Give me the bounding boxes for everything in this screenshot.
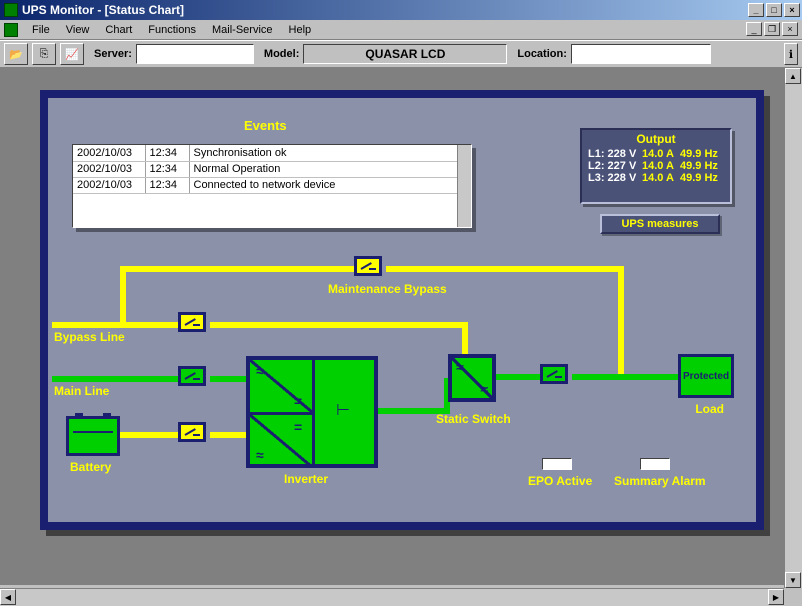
event-time: 12:34	[145, 161, 189, 177]
bypass-switch[interactable]	[178, 312, 206, 332]
battery-block[interactable]	[66, 416, 120, 456]
menu-chart[interactable]: Chart	[97, 22, 140, 38]
mdi-minimize-button[interactable]: _	[746, 22, 762, 36]
load-switch[interactable]	[540, 364, 568, 384]
summary-alarm-label: Summary Alarm	[614, 474, 706, 488]
output-row-l3: L3: 228 V 14.0 A 49.9 Hz	[588, 172, 724, 184]
toolbar-info-button[interactable]: ℹ	[784, 43, 798, 65]
event-date: 2002/10/03	[73, 177, 145, 193]
output-title: Output	[588, 132, 724, 146]
server-label: Server:	[94, 48, 132, 60]
summary-alarm-indicator	[640, 458, 670, 470]
maint-bypass-line	[120, 266, 354, 272]
event-date: 2002/10/03	[73, 161, 145, 177]
epo-label: EPO Active	[528, 474, 592, 488]
scrollbar-corner	[784, 588, 802, 606]
table-row[interactable]: 2002/10/03 12:34 Normal Operation	[73, 161, 471, 177]
scroll-down-button[interactable]: ▼	[785, 572, 801, 588]
mdi-restore-button[interactable]: ❐	[764, 22, 780, 36]
menu-view[interactable]: View	[58, 22, 98, 38]
toolbar: 📂 ⎘ 📈 Server: Model: QUASAR LCD Location…	[0, 40, 802, 68]
inverter-block[interactable]: ≈ = ≈ = ⊢	[246, 356, 378, 468]
client-area: Events 2002/10/03 12:34 Synchronisation …	[0, 68, 802, 585]
toolbar-chart-button[interactable]: 📈	[60, 43, 84, 65]
menu-mail-service[interactable]: Mail-Service	[204, 22, 281, 38]
app-icon	[4, 3, 18, 17]
vertical-scrollbar[interactable]: ▲ ▼	[784, 68, 802, 588]
battery-line	[120, 432, 178, 438]
static-switch-label: Static Switch	[436, 412, 511, 426]
event-msg: Synchronisation ok	[189, 145, 471, 161]
events-scrollbar[interactable]	[457, 145, 471, 227]
event-msg: Connected to network device	[189, 177, 471, 193]
maint-bypass-line	[618, 266, 624, 376]
bypass-line	[210, 322, 468, 328]
event-msg: Normal Operation	[189, 161, 471, 177]
horizontal-scrollbar[interactable]: ◀ ▶	[0, 588, 784, 606]
maximize-button[interactable]: □	[766, 3, 782, 17]
load-label: Load	[695, 402, 724, 416]
scroll-left-button[interactable]: ◀	[0, 589, 16, 605]
output-row-l1: L1: 228 V 14.0 A 49.9 Hz	[588, 148, 724, 160]
bypass-line-label: Bypass Line	[54, 330, 125, 344]
main-line	[52, 376, 178, 382]
table-row[interactable]: 2002/10/03 12:34 Synchronisation ok	[73, 145, 471, 161]
static-switch-block[interactable]: ≈ ≈	[448, 354, 496, 402]
menu-file[interactable]: File	[24, 22, 58, 38]
event-time: 12:34	[145, 145, 189, 161]
bypass-line	[52, 322, 178, 328]
window-title: UPS Monitor - [Status Chart]	[22, 3, 748, 17]
battery-line	[210, 432, 250, 438]
location-input[interactable]	[571, 44, 711, 64]
toolbar-connect-button[interactable]: ⎘	[32, 43, 56, 65]
epo-indicator	[542, 458, 572, 470]
menu-help[interactable]: Help	[281, 22, 320, 38]
menu-functions[interactable]: Functions	[140, 22, 204, 38]
toolbar-open-button[interactable]: 📂	[4, 43, 28, 65]
table-row[interactable]: 2002/10/03 12:34 Connected to network de…	[73, 177, 471, 193]
maint-bypass-line	[120, 266, 126, 324]
close-button[interactable]: ×	[784, 3, 800, 17]
mdi-icon	[4, 23, 18, 37]
main-line-label: Main Line	[54, 384, 109, 398]
output-row-l2: L2: 227 V 14.0 A 49.9 Hz	[588, 160, 724, 172]
load-line	[496, 374, 540, 380]
menu-bar: File View Chart Functions Mail-Service H…	[0, 20, 802, 40]
battery-switch[interactable]	[178, 422, 206, 442]
main-line	[210, 376, 250, 382]
inverter-label: Inverter	[284, 472, 328, 486]
load-line	[572, 374, 678, 380]
igbt-icon: ⊢	[336, 400, 350, 420]
events-table[interactable]: 2002/10/03 12:34 Synchronisation ok 2002…	[72, 144, 472, 228]
server-input[interactable]	[136, 44, 254, 64]
model-label: Model:	[264, 48, 299, 60]
ups-measures-button[interactable]: UPS measures	[600, 214, 720, 234]
maint-bypass-label: Maintenance Bypass	[328, 282, 447, 296]
maint-bypass-switch[interactable]	[354, 256, 382, 276]
location-label: Location:	[517, 48, 567, 60]
battery-label: Battery	[70, 460, 111, 474]
main-line-switch[interactable]	[178, 366, 206, 386]
maint-bypass-line	[386, 266, 624, 272]
events-heading: Events	[244, 118, 287, 133]
load-block[interactable]: Protected	[678, 354, 734, 398]
event-time: 12:34	[145, 177, 189, 193]
event-date: 2002/10/03	[73, 145, 145, 161]
status-chart-panel: Events 2002/10/03 12:34 Synchronisation …	[40, 90, 764, 530]
model-display: QUASAR LCD	[303, 44, 507, 64]
output-panel: Output L1: 228 V 14.0 A 49.9 Hz L2: 227 …	[580, 128, 732, 204]
mdi-close-button[interactable]: ×	[782, 22, 798, 36]
title-bar: UPS Monitor - [Status Chart] _ □ ×	[0, 0, 802, 20]
scroll-right-button[interactable]: ▶	[768, 589, 784, 605]
minimize-button[interactable]: _	[748, 3, 764, 17]
scroll-up-button[interactable]: ▲	[785, 68, 801, 84]
